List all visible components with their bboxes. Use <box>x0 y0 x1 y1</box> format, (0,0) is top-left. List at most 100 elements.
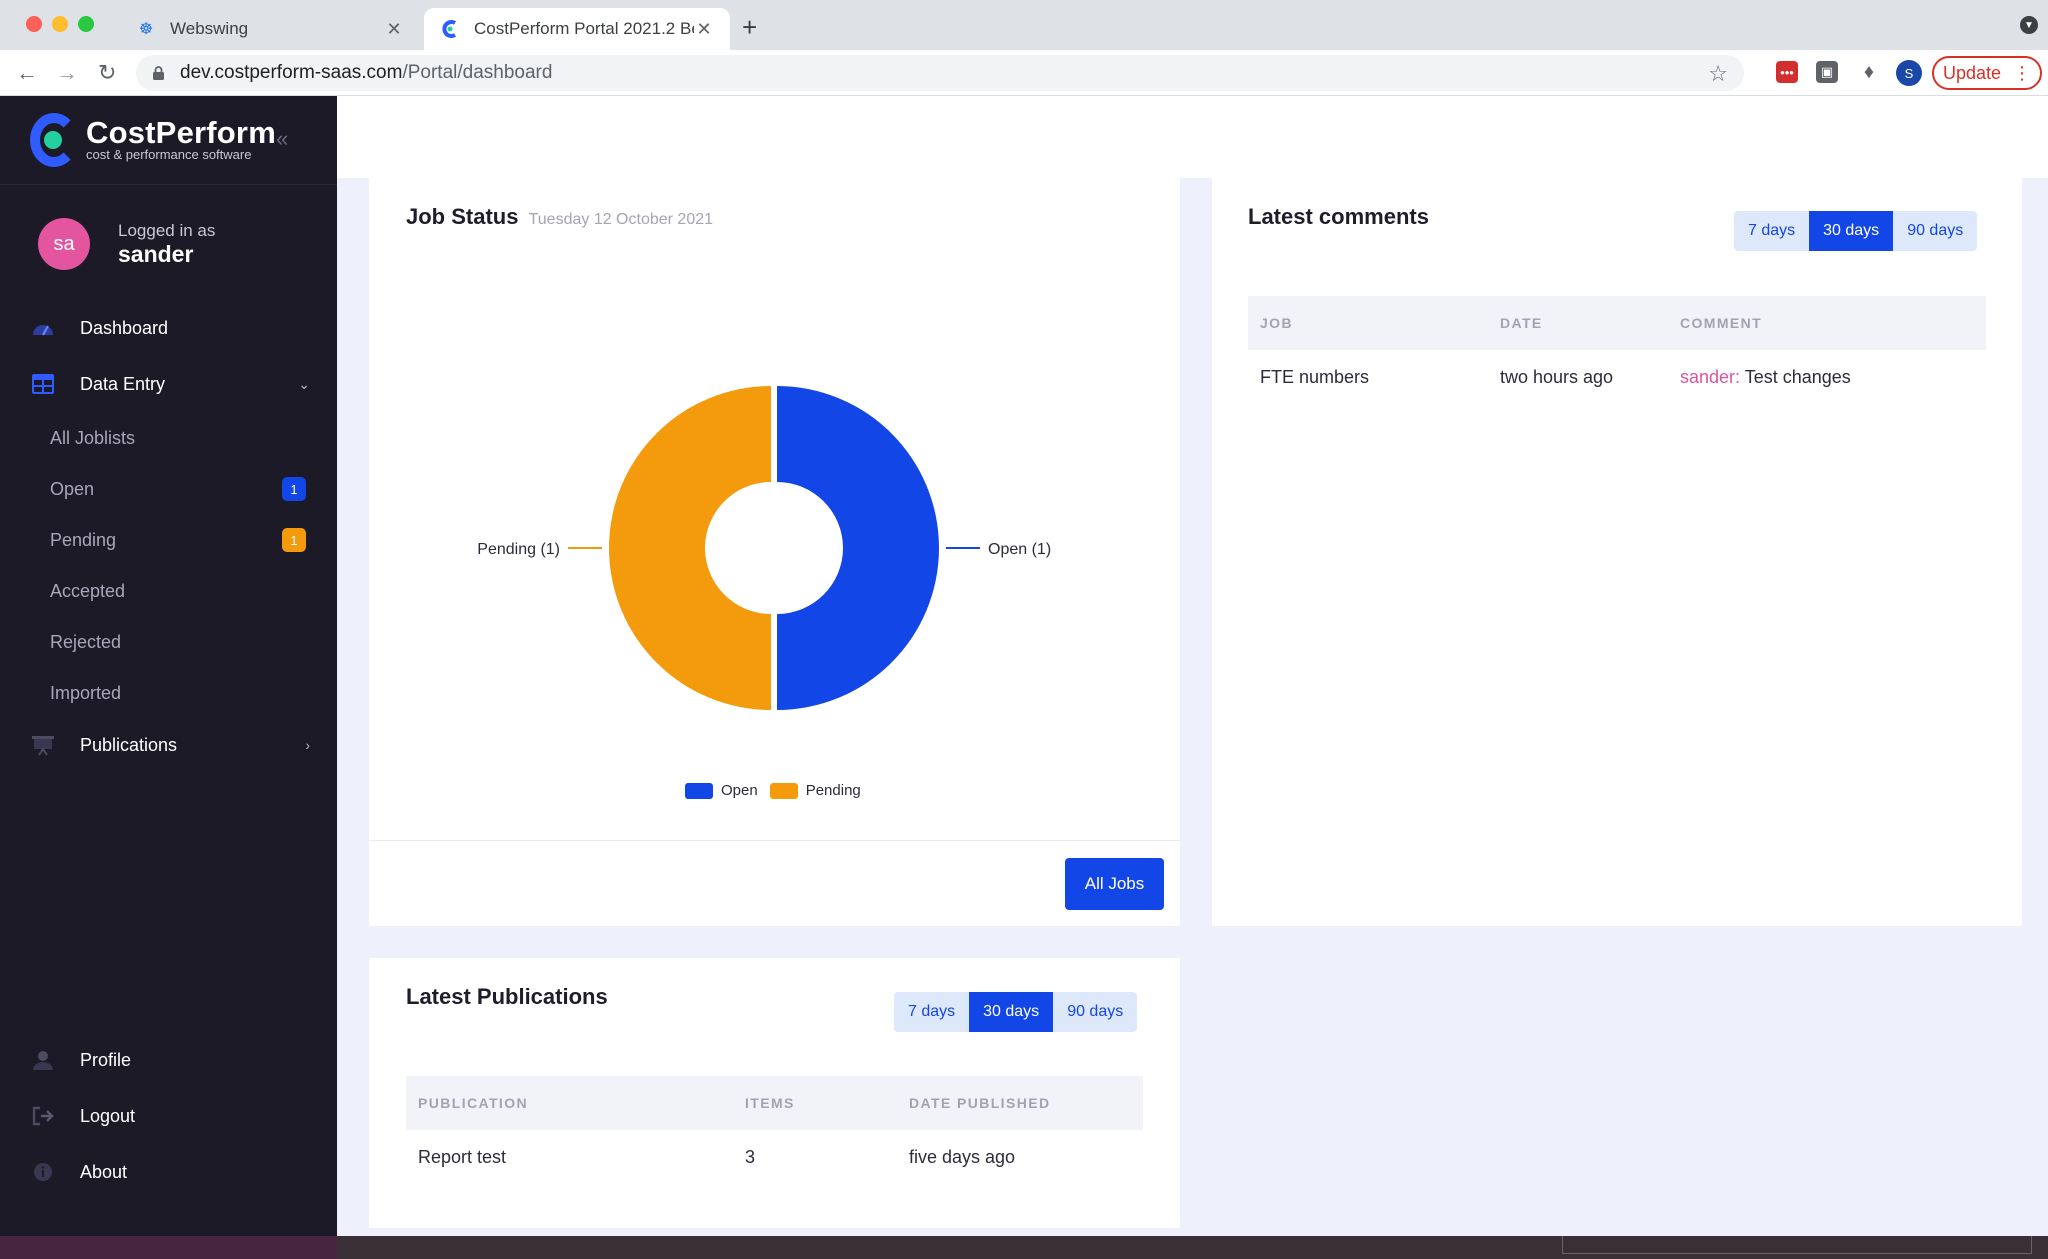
legend-swatch <box>769 782 798 799</box>
comment-text: sander: Test changes <box>1668 367 1851 388</box>
extensions-puzzle-icon[interactable]: ♦ <box>1858 61 1880 83</box>
column-header-date: DATE <box>1500 315 1543 331</box>
avatar: sa <box>38 218 90 270</box>
sidebar-item-imported[interactable]: Imported <box>50 675 306 711</box>
publications-table-header: PUBLICATION ITEMS DATE PUBLISHED <box>406 1076 1143 1130</box>
reload-icon[interactable]: ↻ <box>98 60 116 86</box>
background-window-field <box>1562 1236 2032 1254</box>
publications-range-90-days[interactable]: 90 days <box>1053 992 1138 1032</box>
minimize-window-button[interactable] <box>52 16 68 32</box>
sidebar-item-label: Profile <box>80 1049 132 1070</box>
collapse-sidebar-icon[interactable]: « <box>276 126 288 152</box>
info-icon <box>30 1161 56 1183</box>
publications-range-30-days[interactable]: 30 days <box>969 992 1054 1032</box>
sidebar-divider <box>0 184 337 185</box>
sidebar-item-rejected[interactable]: Rejected <box>50 624 306 660</box>
legend-label: Open <box>721 782 758 799</box>
comment-date: two hours ago <box>1500 366 1614 387</box>
publication-date: five days ago <box>909 1146 1016 1167</box>
legend-label: Pending <box>805 782 861 799</box>
presentation-icon <box>30 734 56 756</box>
close-tab-icon[interactable]: ✕ <box>694 19 714 40</box>
sidebar-item-about[interactable]: About <box>30 1152 310 1192</box>
table-row[interactable]: Report test 3 five days ago <box>406 1132 1143 1182</box>
user-icon <box>30 1049 56 1071</box>
latest-publications-title: Latest Publications <box>406 984 608 1009</box>
sidebar-item-label: About <box>80 1161 128 1182</box>
comment-author[interactable]: sander: <box>1680 367 1740 387</box>
sidebar-item-logout[interactable]: Logout <box>30 1096 310 1136</box>
latest-comments-title: Latest comments <box>1248 204 1429 229</box>
background-window-edge <box>0 1236 337 1259</box>
sidebar-item-all-joblists[interactable]: All Joblists <box>50 420 306 456</box>
browser-tab-costperform[interactable]: CostPerform Portal 2021.2 Beta ✕ <box>424 8 730 50</box>
publications-range-selector: 7 days 30 days 90 days <box>894 992 1138 1032</box>
table-row[interactable]: FTE numbers two hours ago sander: Test c… <box>1248 352 1986 402</box>
pending-count-badge: 1 <box>282 528 306 552</box>
tab-title: Webswing <box>170 19 249 38</box>
all-jobs-button[interactable]: All Jobs <box>1065 858 1164 910</box>
column-header-comment: COMMENT <box>1680 315 1763 331</box>
browser-tab-bar: ☸ Webswing ✕ CostPerform Portal 2021.2 B… <box>0 0 2048 50</box>
sidebar-item-data-entry[interactable]: Data Entry ⌄ <box>30 364 310 404</box>
sidebar-item-profile[interactable]: Profile <box>30 1040 310 1080</box>
publication-name: Report test <box>418 1146 507 1167</box>
sidebar-item-pending[interactable]: Pending 1 <box>50 522 306 558</box>
chart-legend: Open Pending <box>685 782 873 799</box>
latest-publications-card: Latest Publications 7 days 30 days 90 da… <box>369 958 1180 1228</box>
update-button[interactable]: Update ⋮ <box>1932 56 2042 90</box>
brand-logo[interactable]: CostPerform cost & performance software <box>30 110 276 170</box>
comments-range-30-days[interactable]: 30 days <box>1809 211 1894 251</box>
forward-arrow-icon[interactable]: → <box>56 60 78 86</box>
publications-range-7-days[interactable]: 7 days <box>894 992 970 1032</box>
comment-body: Test changes <box>1744 366 1851 387</box>
username: sander <box>118 240 194 267</box>
tab-search-icon[interactable]: ▼ <box>2020 16 2038 34</box>
comments-range-90-days[interactable]: 90 days <box>1893 211 1978 251</box>
logged-in-label: Logged in as <box>118 220 216 240</box>
close-window-button[interactable] <box>26 16 42 32</box>
pie-slice-open[interactable] <box>777 386 939 710</box>
brand-name: CostPerform <box>86 115 276 150</box>
url-path: /Portal/dashboard <box>402 62 553 83</box>
card-divider <box>369 840 1180 841</box>
zoom-window-button[interactable] <box>78 16 94 32</box>
sidebar-item-label: Open <box>50 478 95 499</box>
legend-item-open[interactable]: Open <box>685 782 758 799</box>
background-window-strip <box>0 1236 2048 1259</box>
sidebar-item-dashboard[interactable]: Dashboard <box>30 308 310 348</box>
sidebar-item-label: Rejected <box>50 631 122 652</box>
table-grid-icon <box>30 373 56 395</box>
sidebar-item-open[interactable]: Open 1 <box>50 471 306 507</box>
back-arrow-icon[interactable]: ← <box>16 60 38 86</box>
close-tab-icon[interactable]: ✕ <box>384 19 404 40</box>
user-panel: sa Logged in as sander <box>38 218 215 270</box>
brand-tagline: cost & performance software <box>86 147 252 162</box>
profile-avatar[interactable]: S <box>1896 60 1922 86</box>
pie-slice-pending[interactable] <box>609 386 771 710</box>
slice-label-pending: Pending (1) <box>477 541 560 558</box>
job-status-donut-chart: Open (1) Pending (1) <box>477 386 1051 710</box>
webswing-icon: ☸ <box>138 21 154 38</box>
comments-range-selector: 7 days 30 days 90 days <box>1734 211 1978 251</box>
column-header-job: JOB <box>1260 315 1293 331</box>
sidebar-item-accepted[interactable]: Accepted <box>50 573 306 609</box>
screenshot-extension-icon[interactable]: ▣ <box>1816 61 1838 83</box>
password-extension-icon[interactable]: ••• <box>1776 61 1798 83</box>
legend-item-pending[interactable]: Pending <box>769 782 861 799</box>
column-header-items: ITEMS <box>745 1095 795 1111</box>
sidebar-item-publications[interactable]: Publications › <box>30 725 310 765</box>
legend-swatch <box>685 782 713 799</box>
browser-tab-webswing[interactable]: ☸ Webswing ✕ <box>120 8 420 50</box>
bookmark-star-icon[interactable]: ☆ <box>1708 61 1728 87</box>
column-header-publication: PUBLICATION <box>418 1095 529 1111</box>
sidebar-item-label: Pending <box>50 529 117 550</box>
column-header-date-published: DATE PUBLISHED <box>909 1095 1051 1111</box>
browser-toolbar: ← → ↻ dev.costperform-saas.com/Portal/da… <box>0 50 2048 96</box>
comments-range-7-days[interactable]: 7 days <box>1734 211 1810 251</box>
address-bar[interactable]: dev.costperform-saas.com/Portal/dashboar… <box>136 55 1744 91</box>
sidebar-item-label: Accepted <box>50 580 126 601</box>
new-tab-icon[interactable]: + <box>742 12 757 43</box>
latest-comments-card: Latest comments 7 days 30 days 90 days J… <box>1212 178 2022 926</box>
sidebar-item-label: Dashboard <box>80 317 169 338</box>
